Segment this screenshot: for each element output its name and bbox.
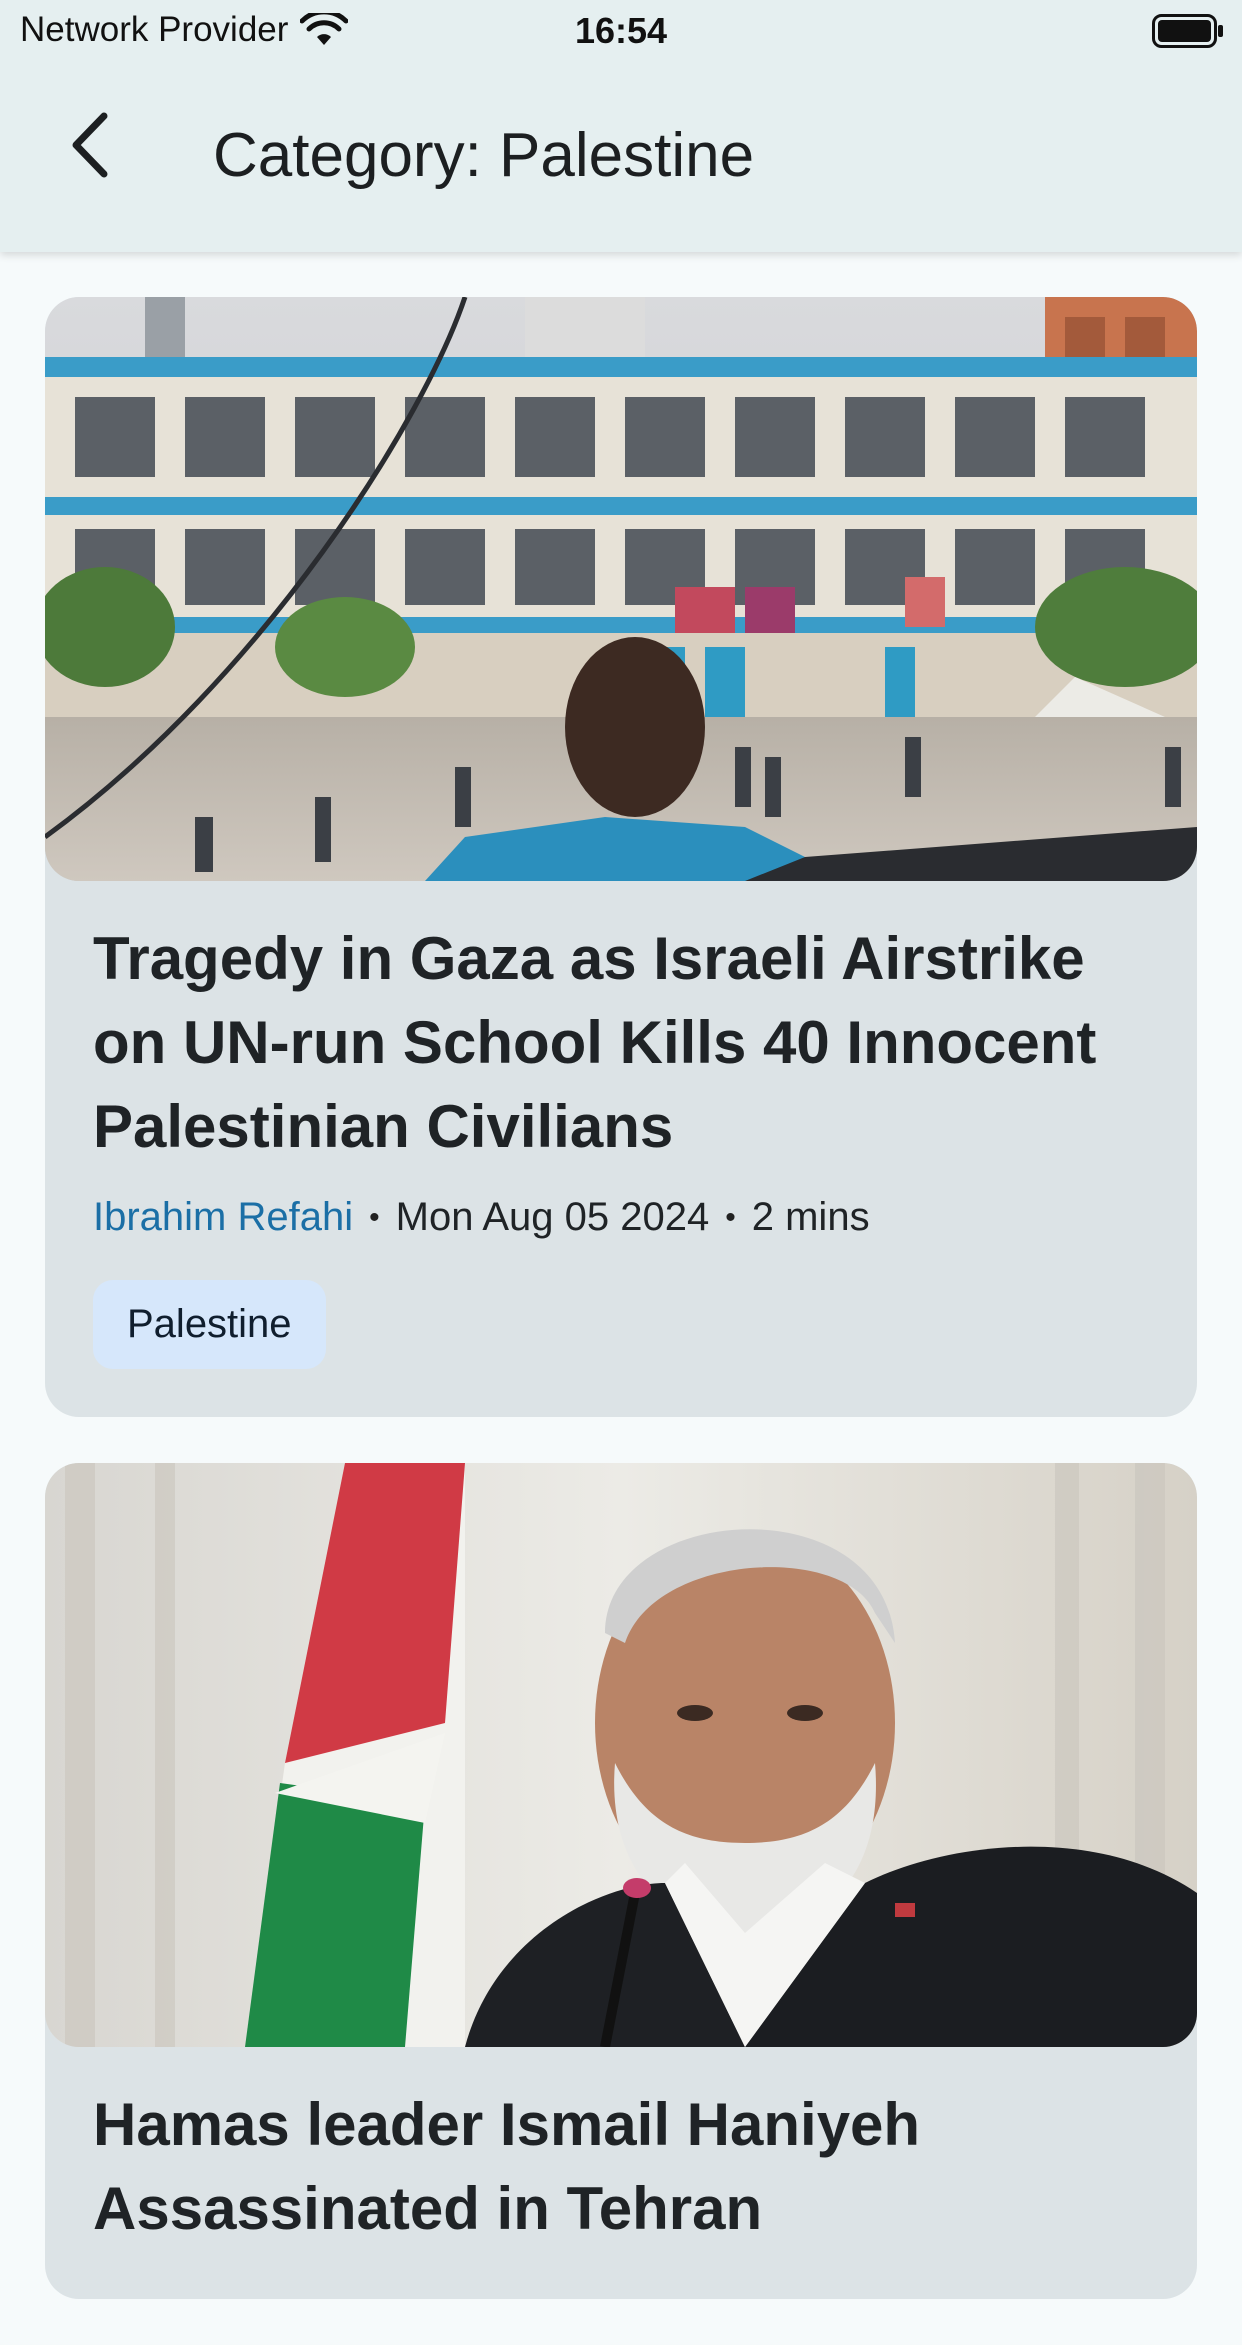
category-chip[interactable]: Palestine: [93, 1280, 326, 1369]
battery-icon: [1152, 14, 1223, 48]
article-title[interactable]: Hamas leader Ismail Haniyeh Assassinated…: [93, 2083, 1149, 2251]
article-author[interactable]: Ibrahim Refahi: [93, 1195, 353, 1240]
top-bar: Network Provider 16:54 Category: Palesti…: [0, 0, 1242, 252]
article-image[interactable]: [45, 297, 1197, 881]
article-read-time: 2 mins: [751, 1195, 870, 1239]
meta-separator: •: [725, 1200, 736, 1234]
meta-separator: •: [369, 1200, 380, 1234]
article-date: Mon Aug 05 2024: [395, 1195, 710, 1239]
article-feed[interactable]: Tragedy in Gaza as Israeli Airstrike on …: [45, 297, 1197, 2345]
article-card[interactable]: Hamas leader Ismail Haniyeh Assassinated…: [45, 1463, 1197, 2299]
article-meta: Ibrahim Refahi • Mon Aug 05 2024 • 2 min…: [93, 1195, 1149, 1240]
chevron-left-icon: [72, 112, 108, 178]
back-button[interactable]: [40, 100, 140, 190]
status-time: 16:54: [574, 10, 668, 51]
page-title: Category: Palestine: [213, 121, 755, 190]
status-bar: Network Provider 16:54: [0, 0, 1242, 62]
article-card[interactable]: Tragedy in Gaza as Israeli Airstrike on …: [45, 297, 1197, 1417]
article-body: Hamas leader Ismail Haniyeh Assassinated…: [45, 2047, 1197, 2299]
article-title[interactable]: Tragedy in Gaza as Israeli Airstrike on …: [93, 917, 1149, 1169]
article-image[interactable]: [45, 1463, 1197, 2047]
article-body: Tragedy in Gaza as Israeli Airstrike on …: [45, 881, 1197, 1417]
app-bar: Category: Palestine: [0, 62, 1242, 252]
